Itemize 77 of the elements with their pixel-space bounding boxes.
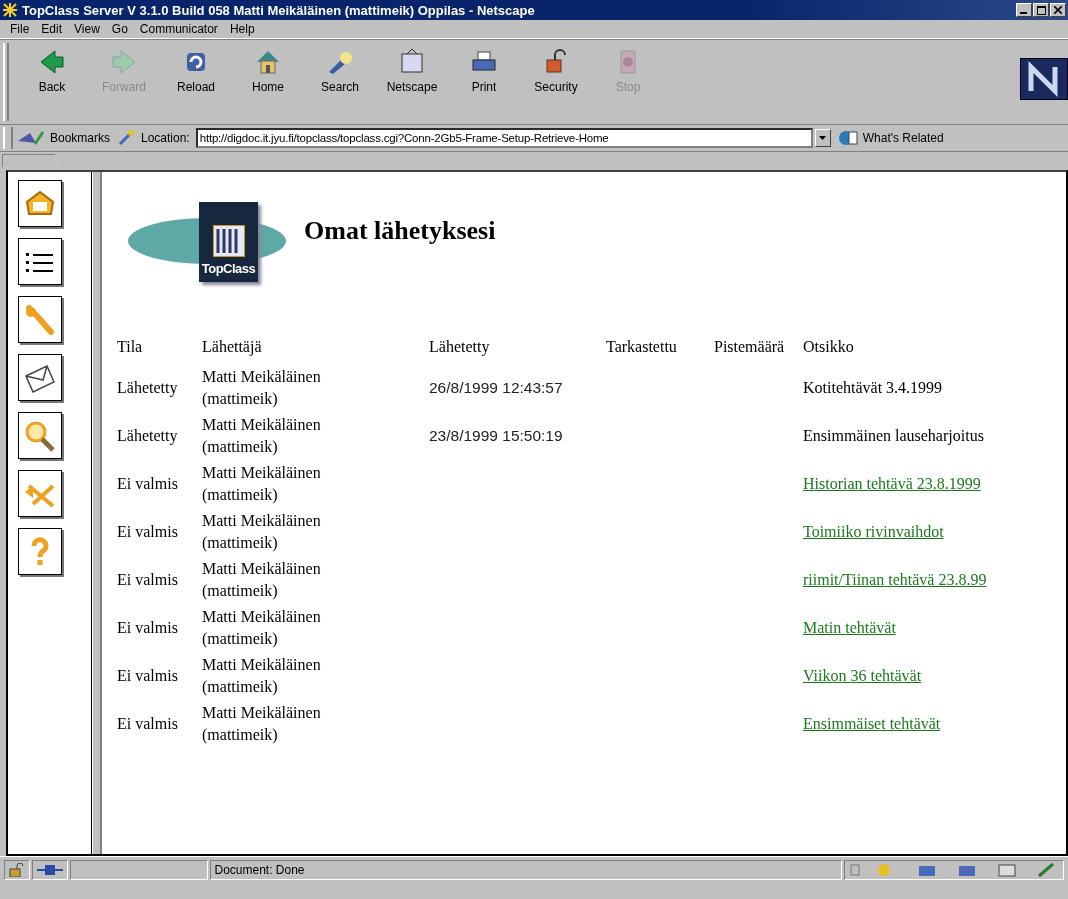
home-button[interactable]: Home <box>232 40 304 94</box>
table-cell-text: Matti Meikäläinen (mattimeik) <box>202 655 322 698</box>
table-cell-text: Ei valmis <box>116 714 179 734</box>
table-cell-text: Matti Meikäläinen (mattimeik) <box>202 367 322 410</box>
bookmarks-icon <box>16 129 46 147</box>
connection-icon <box>37 864 63 876</box>
table-cell-text: 26/8/1999 12:43:57 <box>428 378 564 398</box>
wrench-icon <box>23 303 57 336</box>
whats-related-button[interactable]: What's Related <box>836 129 944 147</box>
menu-item[interactable]: View <box>68 22 106 36</box>
search-button[interactable]: Search <box>304 40 376 94</box>
mail-button[interactable] <box>18 354 62 401</box>
close-button[interactable] <box>1050 3 1066 17</box>
bookmarks-button[interactable]: Bookmarks <box>16 129 111 147</box>
url-field[interactable]: http://digdoc.it.jyu.fi/topclass/topclass.cgi?Conn-2Gb5-Frame-Setup-Retrieve-Home <box>195 128 813 148</box>
reload-button[interactable]: Reload <box>160 40 232 94</box>
tools-button[interactable] <box>18 296 62 343</box>
back-button[interactable]: Back <box>16 40 88 94</box>
search-button[interactable] <box>18 412 62 459</box>
location-icon <box>117 129 135 147</box>
print-button[interactable]: Print <box>448 40 520 94</box>
close-icon <box>1054 6 1062 14</box>
table-cell-text: Lähetetty <box>116 378 179 399</box>
padlock-icon <box>9 863 25 877</box>
table-cell-text: Matti Meikäläinen (mattimeik) <box>202 511 322 554</box>
assignment-link[interactable]: Toimiiko rivinvaihdot <box>803 523 944 540</box>
location-label: Location: <box>141 131 190 145</box>
status-text: Document: Done <box>209 860 842 880</box>
table-cell: Ensimmäinen lauseharjoitus <box>803 427 984 444</box>
maximize-button[interactable] <box>1033 3 1049 17</box>
table-cell-text: Ei valmis <box>116 570 179 590</box>
security-button[interactable]: Security <box>520 40 592 94</box>
window-title: TopClass Server V 3.1.0 Build 058 Matti Meikäläinen (mattimeik) Oppilas - Netscape <box>22 2 536 18</box>
exit-button[interactable] <box>18 470 62 517</box>
table-cell-text: Ei valmis <box>116 522 179 542</box>
assignment-link[interactable]: Ensimmäiset tehtävät <box>803 715 941 732</box>
related-icon <box>836 129 859 147</box>
magnifier-icon <box>23 419 57 452</box>
table-cell-text: Matti Meikäläinen (mattimeik) <box>202 607 322 650</box>
netscape-logo <box>1020 58 1068 100</box>
maximize-icon <box>1036 5 1046 15</box>
menu-item[interactable]: Communicator <box>133 22 224 36</box>
table-cell-text: Matti Meikäläinen (mattimeik) <box>202 703 322 746</box>
table-cell-text: Lähetetty <box>116 426 179 447</box>
table-cell-text: 23/8/1999 15:50:19 <box>428 426 564 446</box>
column-header: Otsikko <box>802 337 855 357</box>
assignment-link[interactable]: Matin tehtävät <box>803 619 896 636</box>
menu-item[interactable]: Go <box>105 22 134 36</box>
assignment-link[interactable]: Viikon 36 tehtävät <box>803 667 922 684</box>
minimize-button[interactable] <box>1016 3 1032 17</box>
table-cell-text: Matti Meikäläinen (mattimeik) <box>202 415 322 458</box>
page-heading: Omat lähetyksesi <box>304 216 496 246</box>
caret-icon <box>819 136 827 140</box>
netscape-button[interactable]: Netscape <box>376 40 448 94</box>
table-cell-text: Ei valmis <box>116 474 179 494</box>
column-header: Tarkastettu <box>605 337 678 357</box>
table-cell-text: Ei valmis <box>116 618 179 638</box>
assignment-link[interactable]: riimit/Tiinan tehtävä 23.8.99 <box>803 571 987 588</box>
column-header: Lähetetty <box>428 337 491 358</box>
column-header: Lähettäjä <box>201 337 263 358</box>
table-cell: Kotitehtävät 3.4.1999 <box>803 379 943 396</box>
menu-item[interactable]: Help <box>223 22 261 36</box>
assignment-link[interactable]: Historian tehtävä 23.8.1999 <box>803 475 981 492</box>
column-header: Pistemäärä <box>713 337 786 357</box>
table-cell-text: Ei valmis <box>116 666 179 686</box>
help-button[interactable] <box>18 528 62 575</box>
table-cell-text: Matti Meikäläinen (mattimeik) <box>202 559 322 602</box>
dropdown-button[interactable] <box>814 129 831 147</box>
menu-item[interactable]: Edit <box>35 22 69 36</box>
toolbar-grip[interactable] <box>3 127 13 149</box>
column-header: Tila <box>116 337 144 357</box>
table-cell-text: Matti Meikäläinen (mattimeik) <box>202 463 322 506</box>
app-icon <box>2 2 18 18</box>
home-button[interactable] <box>18 180 62 227</box>
toolbar-grip[interactable] <box>3 43 9 121</box>
menu-item[interactable]: File <box>4 22 36 36</box>
list-button[interactable] <box>18 238 62 285</box>
